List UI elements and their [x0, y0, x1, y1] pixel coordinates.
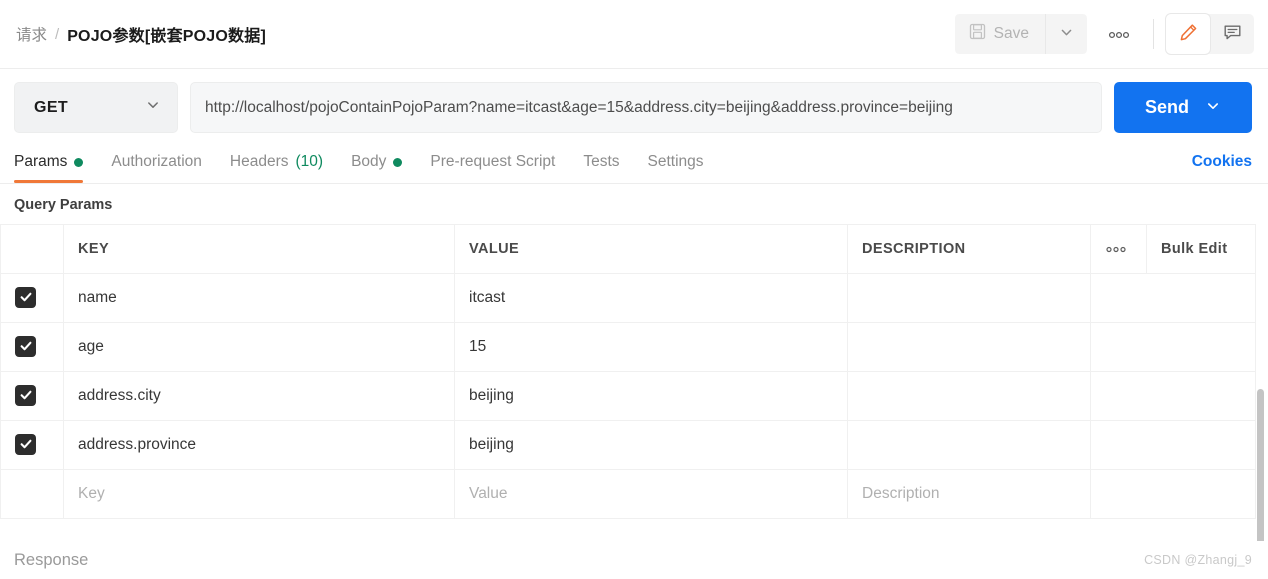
row-value[interactable]: beijing — [454, 371, 848, 421]
more-actions-button[interactable] — [1093, 17, 1145, 52]
row-checkbox[interactable] — [15, 384, 36, 406]
chevron-down-icon — [1205, 98, 1221, 117]
url-input[interactable]: http://localhost/pojoContainPojoParam?na… — [190, 82, 1102, 133]
select-all-header — [0, 224, 64, 274]
http-method-label: GET — [34, 98, 69, 116]
comment-icon — [1222, 22, 1243, 46]
save-button-group: Save — [954, 14, 1087, 54]
row-trailing — [1090, 322, 1256, 372]
tab-params-label: Params — [14, 153, 68, 170]
row-description[interactable] — [847, 273, 1091, 323]
row-description[interactable] — [847, 371, 1091, 421]
row-checkbox[interactable] — [15, 335, 36, 357]
params-modified-dot-icon — [74, 157, 84, 167]
breadcrumb-root[interactable]: 请求 — [16, 23, 47, 45]
new-row-trailing — [1090, 469, 1256, 519]
row-trailing — [1090, 273, 1256, 323]
response-label: Response — [14, 550, 89, 569]
breadcrumb-separator: / — [55, 25, 60, 43]
row-trailing — [1090, 420, 1256, 470]
column-header-description: DESCRIPTION — [847, 224, 1091, 274]
tab-headers-count: (10) — [295, 153, 324, 170]
row-checkbox[interactable] — [15, 286, 36, 308]
column-header-value: VALUE — [454, 224, 848, 274]
tab-body[interactable]: Body — [337, 145, 416, 183]
response-footer: Response CSDN @Zhangj_9 — [0, 541, 1268, 579]
table-row: address.province beijing — [0, 420, 1256, 470]
tab-settings-label: Settings — [647, 153, 704, 170]
tab-authorization[interactable]: Authorization — [97, 145, 215, 183]
http-method-select[interactable]: GET — [14, 82, 178, 133]
row-key[interactable]: address.province — [63, 420, 455, 470]
row-description[interactable] — [847, 322, 1091, 372]
watermark: CSDN @Zhangj_9 — [1144, 553, 1252, 567]
row-checkbox-cell — [0, 273, 64, 323]
three-dots-icon — [1105, 241, 1127, 257]
chevron-down-icon — [145, 97, 161, 118]
table-header-row: KEY VALUE DESCRIPTION Bulk Edit — [0, 224, 1256, 274]
page-title: POJO参数[嵌套POJO数据] — [67, 28, 266, 45]
query-params-label: Query Params — [14, 197, 113, 213]
breadcrumb: 请求 / POJO参数[嵌套POJO数据] — [16, 22, 955, 46]
table-row: address.city beijing — [0, 371, 1256, 421]
query-params-panel: Query Params KEY VALUE DESCRIPTION Bulk … — [0, 184, 1268, 579]
row-checkbox[interactable] — [15, 433, 36, 455]
url-input-value: http://localhost/pojoContainPojoParam?na… — [205, 98, 953, 116]
save-button-label: Save — [993, 25, 1029, 42]
pencil-icon — [1178, 22, 1199, 46]
tab-body-label: Body — [351, 153, 387, 170]
header-divider — [1153, 19, 1154, 49]
save-button[interactable]: Save — [954, 14, 1045, 54]
tab-headers-label: Headers — [229, 153, 289, 170]
row-value[interactable]: itcast — [454, 273, 848, 323]
table-row: age 15 — [0, 322, 1256, 372]
request-header-bar: 请求 / POJO参数[嵌套POJO数据] Save — [0, 0, 1268, 69]
new-row-checkbox-cell — [0, 469, 64, 519]
tab-authorization-label: Authorization — [111, 153, 202, 170]
send-button-label: Send — [1144, 97, 1189, 117]
header-actions: Save — [954, 14, 1254, 54]
tab-tests-label: Tests — [583, 153, 620, 170]
table-row: name itcast — [0, 273, 1256, 323]
view-toggle-group — [1166, 14, 1254, 54]
tab-tests[interactable]: Tests — [569, 145, 633, 183]
table-options-button[interactable] — [1090, 224, 1147, 274]
tab-params[interactable]: Params — [14, 145, 97, 183]
row-key[interactable]: address.city — [63, 371, 455, 421]
bulk-edit-button[interactable]: Bulk Edit — [1146, 224, 1256, 274]
row-checkbox-cell — [0, 420, 64, 470]
tab-pre-request-script[interactable]: Pre-request Script — [416, 145, 569, 183]
row-value[interactable]: beijing — [454, 420, 848, 470]
row-checkbox-cell — [0, 322, 64, 372]
request-url-row: GET http://localhost/pojoContainPojoPara… — [0, 69, 1268, 145]
column-header-key: KEY — [63, 224, 455, 274]
request-tabs: Params Authorization Headers (10) Body P… — [0, 145, 1268, 184]
row-description[interactable] — [847, 420, 1091, 470]
three-dots-icon — [1107, 27, 1131, 42]
row-value[interactable]: 15 — [454, 322, 848, 372]
row-key[interactable]: age — [63, 322, 455, 372]
floppy-disk-icon — [969, 23, 986, 45]
send-button[interactable]: Send — [1114, 82, 1252, 133]
new-row-key-input[interactable]: Key — [63, 469, 455, 519]
comments-button[interactable] — [1210, 14, 1254, 54]
edit-request-button[interactable] — [1166, 14, 1210, 54]
new-row-description-input[interactable]: Description — [847, 469, 1091, 519]
row-key[interactable]: name — [63, 273, 455, 323]
tab-headers[interactable]: Headers (10) — [216, 145, 337, 183]
query-params-table: KEY VALUE DESCRIPTION Bulk Edit name itc… — [0, 224, 1256, 519]
chevron-down-icon — [1059, 25, 1074, 43]
cookies-link[interactable]: Cookies — [1192, 153, 1252, 183]
row-trailing — [1090, 371, 1256, 421]
tab-pre-request-script-label: Pre-request Script — [430, 153, 556, 170]
new-row-value-input[interactable]: Value — [454, 469, 848, 519]
row-checkbox-cell — [0, 371, 64, 421]
tab-settings[interactable]: Settings — [634, 145, 718, 183]
save-options-button[interactable] — [1045, 14, 1087, 54]
body-modified-dot-icon — [393, 157, 403, 167]
new-param-row: Key Value Description — [0, 469, 1256, 519]
